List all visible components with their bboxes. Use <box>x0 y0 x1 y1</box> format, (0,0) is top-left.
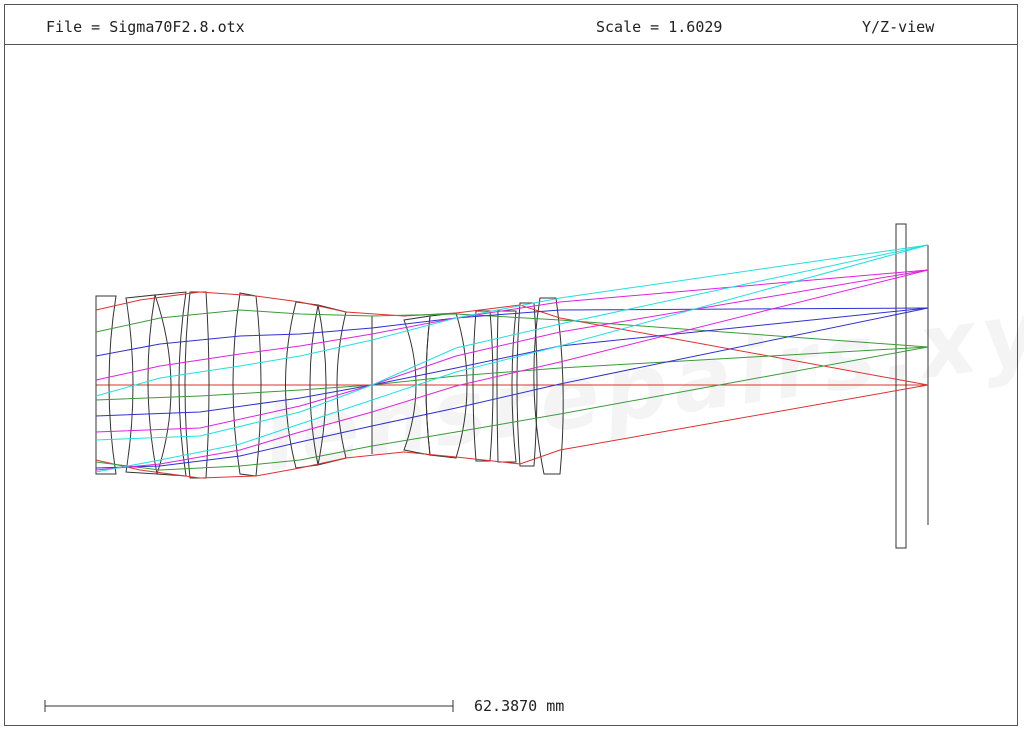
ray-field2-upper <box>95 307 929 357</box>
lens-layout-drawing <box>44 223 929 712</box>
scale-bar <box>44 700 454 712</box>
scale-bar-length-label: 62.3870 mm <box>474 697 565 715</box>
lens-element-10 <box>472 310 494 462</box>
ray-field1-upper <box>95 309 929 348</box>
ray-field4-lower <box>95 244 929 473</box>
lens-element-3 <box>154 291 187 477</box>
lens-element-11 <box>496 310 517 463</box>
lens-elements <box>95 223 929 549</box>
